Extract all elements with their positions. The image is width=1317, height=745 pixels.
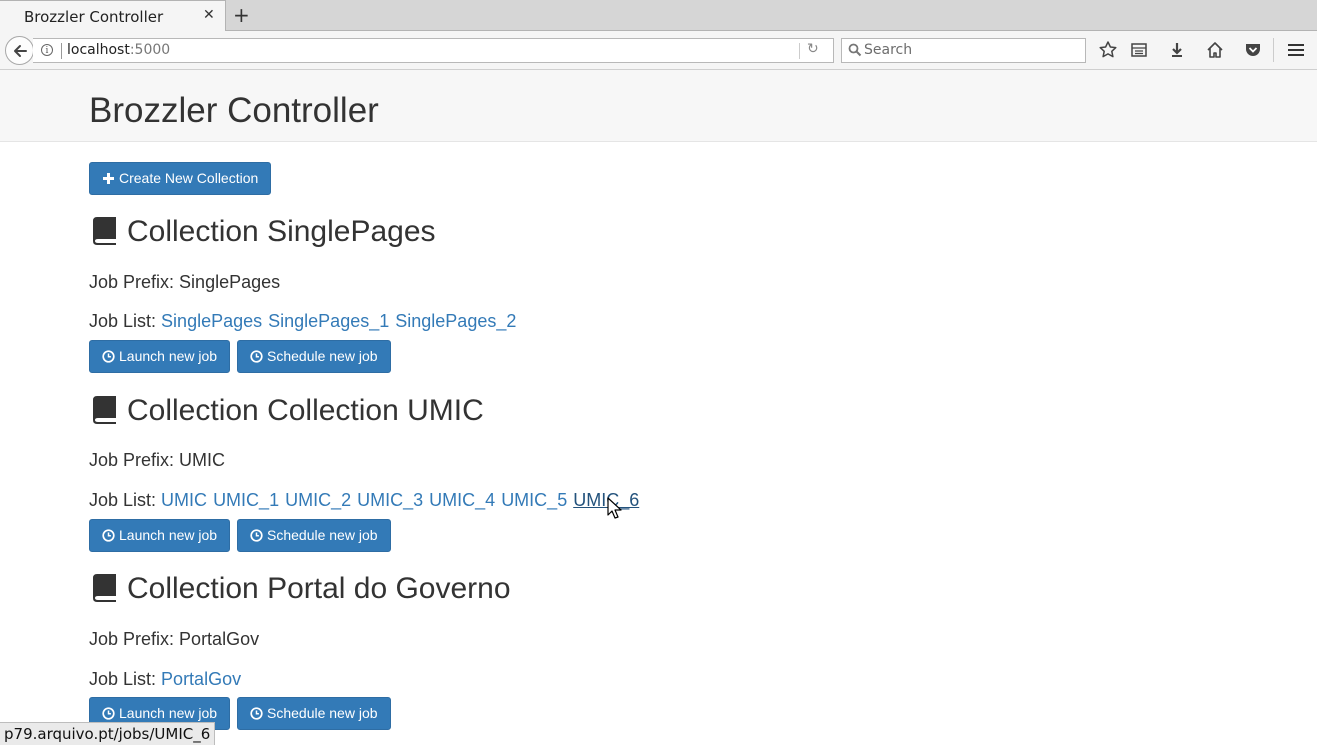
page-header: Brozzler Controller <box>0 70 1317 142</box>
job-link[interactable]: UMIC_1 <box>213 490 279 510</box>
new-tab-icon[interactable]: + <box>233 3 250 27</box>
job-link[interactable]: SinglePages_2 <box>395 311 516 331</box>
reload-icon[interactable]: ↻ <box>807 41 819 57</box>
plus-icon <box>103 173 114 184</box>
job-list-label: Job List: <box>89 490 162 510</box>
job-link[interactable]: UMIC_4 <box>429 490 495 510</box>
url-bar[interactable]: i localhost:5000 ↻ <box>33 38 834 63</box>
launch-job-button[interactable]: Launch new job <box>89 340 231 373</box>
schedule-job-label: Schedule new job <box>267 527 378 543</box>
clock-icon <box>102 529 115 542</box>
job-list-label: Job List: <box>89 669 162 689</box>
schedule-job-button[interactable]: Schedule new job <box>237 519 391 552</box>
job-link[interactable]: SinglePages <box>161 311 262 331</box>
book-icon <box>93 217 116 245</box>
clock-icon <box>102 350 115 363</box>
job-list-label: Job List: <box>89 311 162 331</box>
job-prefix-value: SinglePages <box>179 272 281 292</box>
bookmarks-library-icon[interactable] <box>1129 40 1149 60</box>
job-prefix-value: UMIC <box>179 450 226 470</box>
reload-separator <box>799 43 800 59</box>
download-icon[interactable] <box>1167 40 1187 60</box>
book-icon <box>93 396 116 424</box>
toolbar-divider <box>1273 38 1274 62</box>
url-host: localhost <box>67 42 130 58</box>
status-bar: p79.arquivo.pt/jobs/UMIC_6 <box>0 722 216 745</box>
home-icon[interactable] <box>1205 40 1225 60</box>
tab-bar: Brozzler Controller ✕ + <box>0 0 1317 31</box>
job-link[interactable]: UMIC <box>161 490 207 510</box>
collection-title: Collection SinglePages <box>127 215 436 248</box>
tab-title: Brozzler Controller <box>24 8 164 26</box>
job-link[interactable]: UMIC_6 <box>573 490 639 510</box>
job-prefix: Job Prefix: SinglePages <box>89 272 280 293</box>
job-link[interactable]: UMIC_5 <box>501 490 567 510</box>
clock-icon <box>250 350 263 363</box>
url-text[interactable]: localhost:5000 <box>67 42 170 58</box>
clock-icon <box>102 707 115 720</box>
job-list: Job List: SinglePages SinglePages_1 Sing… <box>89 311 517 332</box>
job-prefix: Job Prefix: UMIC <box>89 450 225 471</box>
menu-icon[interactable] <box>1286 40 1306 60</box>
job-link[interactable]: SinglePages_1 <box>268 311 389 331</box>
job-list: Job List: UMIC UMIC_1 UMIC_2 UMIC_3 UMIC… <box>89 490 640 511</box>
pocket-icon[interactable] <box>1243 40 1263 60</box>
book-icon <box>93 574 116 602</box>
collection-title: Collection Collection UMIC <box>127 394 484 427</box>
clock-icon <box>250 529 263 542</box>
job-prefix-label: Job Prefix: <box>89 629 180 649</box>
browser-tab[interactable]: Brozzler Controller ✕ <box>0 0 226 31</box>
back-arrow-icon <box>13 44 27 57</box>
info-icon[interactable]: i <box>41 44 53 56</box>
schedule-job-label: Schedule new job <box>267 348 378 364</box>
schedule-job-button[interactable]: Schedule new job <box>237 340 391 373</box>
job-prefix: Job Prefix: PortalGov <box>89 629 259 650</box>
url-separator <box>61 43 62 59</box>
create-collection-label: Create New Collection <box>119 170 259 186</box>
url-port: :5000 <box>129 42 171 58</box>
search-icon <box>848 43 862 57</box>
job-link[interactable]: UMIC_3 <box>357 490 423 510</box>
job-list: Job List: PortalGov <box>89 669 242 690</box>
collection-title: Collection Portal do Governo <box>127 572 511 605</box>
launch-job-label: Launch new job <box>119 527 218 543</box>
back-button[interactable] <box>5 36 34 65</box>
close-icon[interactable]: ✕ <box>203 7 215 23</box>
job-link[interactable]: PortalGov <box>161 669 241 689</box>
create-collection-button[interactable]: Create New Collection <box>89 162 272 195</box>
schedule-job-button[interactable]: Schedule new job <box>237 697 391 730</box>
search-bar[interactable] <box>841 38 1086 63</box>
job-link[interactable]: UMIC_2 <box>285 490 351 510</box>
clock-icon <box>250 707 263 720</box>
page-title: Brozzler Controller <box>89 91 379 130</box>
job-prefix-label: Job Prefix: <box>89 272 180 292</box>
job-prefix-value: PortalGov <box>179 629 260 649</box>
bookmark-star-icon[interactable] <box>1098 40 1118 60</box>
launch-job-button[interactable]: Launch new job <box>89 519 231 552</box>
launch-job-label: Launch new job <box>119 348 218 364</box>
launch-job-label: Launch new job <box>119 705 218 721</box>
schedule-job-label: Schedule new job <box>267 705 378 721</box>
navigation-bar: i localhost:5000 ↻ <box>0 31 1317 70</box>
job-prefix-label: Job Prefix: <box>89 450 180 470</box>
search-input[interactable] <box>864 40 1079 60</box>
